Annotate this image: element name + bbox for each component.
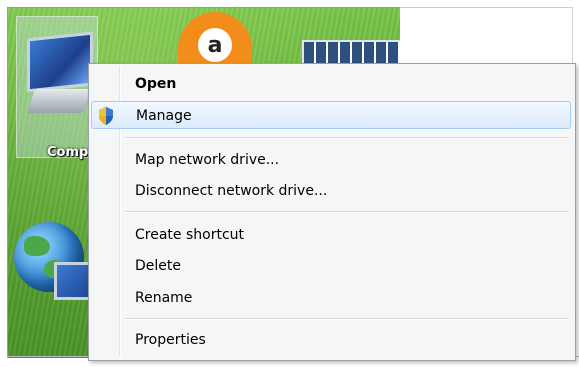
menu-item-delete[interactable]: Delete — [91, 252, 571, 280]
menu-separator — [125, 211, 569, 213]
menu-item-label: Disconnect network drive... — [135, 183, 328, 199]
context-menu: Open Manage Map network drive... Disconn… — [88, 63, 576, 361]
computer-desktop-icon[interactable]: Comp — [16, 16, 98, 160]
menu-item-map-network-drive[interactable]: Map network drive... — [91, 146, 571, 174]
menu-item-create-shortcut[interactable]: Create shortcut — [91, 221, 571, 249]
computer-monitor-icon — [27, 31, 93, 93]
network-desktop-icon[interactable] — [14, 222, 100, 332]
menu-item-rename[interactable]: Rename — [91, 284, 571, 312]
menu-item-open[interactable]: Open — [91, 70, 571, 98]
globe-land-1 — [24, 236, 50, 256]
menu-item-label: Properties — [135, 332, 206, 348]
menu-item-label: Create shortcut — [135, 227, 245, 243]
menu-item-label: Delete — [135, 258, 181, 274]
avast-logo-icon: a — [198, 28, 232, 62]
computer-icon-label: Comp — [47, 145, 89, 160]
uac-shield-icon — [99, 107, 113, 125]
computer-base-graphic — [27, 89, 91, 113]
menu-item-label: Open — [135, 76, 177, 92]
screenshot-frame: Comp a Open Manage Map network drive... … — [0, 0, 579, 367]
menu-separator — [125, 318, 569, 320]
menu-item-disconnect-network-drive[interactable]: Disconnect network drive... — [91, 177, 571, 205]
menu-item-label: Map network drive... — [135, 152, 280, 168]
frame-top-border — [399, 7, 572, 8]
menu-separator — [125, 137, 569, 139]
menu-item-manage[interactable]: Manage — [91, 101, 571, 129]
menu-item-label: Manage — [136, 108, 192, 124]
menu-item-label: Rename — [135, 290, 193, 306]
menu-item-properties[interactable]: Properties — [91, 326, 571, 354]
